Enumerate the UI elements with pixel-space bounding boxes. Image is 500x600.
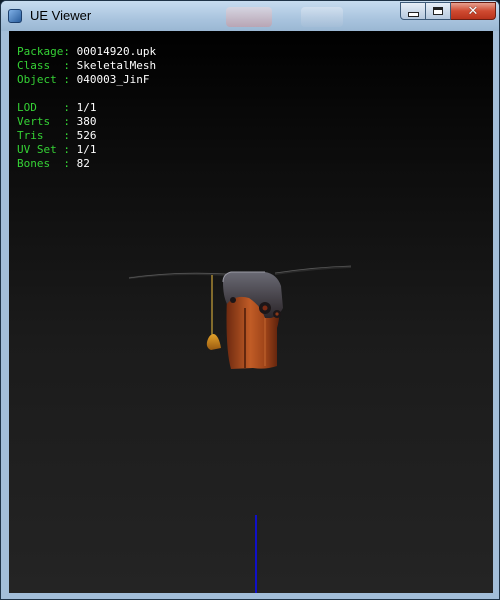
- info-value: 1/1: [76, 143, 97, 156]
- maximize-button[interactable]: [426, 2, 451, 20]
- info-label: UV Set :: [17, 143, 70, 156]
- title-bar[interactable]: UE Viewer ✕: [1, 1, 499, 31]
- info-value: 1/1: [76, 101, 97, 114]
- info-value: 380: [76, 115, 97, 128]
- info-row-lod: LOD : 1/1: [17, 101, 156, 115]
- info-value: 82: [76, 157, 90, 170]
- ue-viewer-app-icon: [8, 9, 22, 23]
- info-label: Class :: [17, 59, 70, 72]
- caption-buttons: ✕: [400, 2, 496, 21]
- info-label: Package:: [17, 45, 70, 58]
- info-row-verts: Verts : 380: [17, 115, 156, 129]
- info-label: Tris :: [17, 129, 70, 142]
- background-window-ghost: [226, 7, 272, 27]
- z-axis-line: [255, 515, 257, 593]
- info-value: SkeletalMesh: [76, 59, 157, 72]
- window-title: UE Viewer: [30, 8, 92, 23]
- info-value: 526: [76, 129, 97, 142]
- info-row-class: Class : SkeletalMesh: [17, 59, 156, 73]
- ue-viewer-window: UE Viewer ✕ Package: 00014920.upk Class …: [0, 0, 500, 600]
- 3d-viewport[interactable]: Package: 00014920.upk Class : SkeletalMe…: [9, 31, 493, 593]
- info-value: 040003_JinF: [76, 73, 150, 86]
- minimize-button[interactable]: [400, 2, 426, 20]
- info-value: 00014920.upk: [76, 45, 157, 58]
- minimize-icon: [407, 12, 419, 17]
- info-row-tris: Tris : 526: [17, 129, 156, 143]
- info-row-package: Package: 00014920.upk: [17, 45, 156, 59]
- info-row-bones: Bones : 82: [17, 157, 156, 171]
- info-row-object: Object : 040003_JinF: [17, 73, 156, 87]
- skeletal-mesh-model: [128, 265, 352, 369]
- maximize-icon: [433, 7, 443, 15]
- close-icon: ✕: [467, 3, 479, 19]
- info-label: LOD :: [17, 101, 70, 114]
- background-window-ghost: [301, 7, 343, 27]
- info-label: Object :: [17, 73, 70, 86]
- info-row-uvset: UV Set : 1/1: [17, 143, 156, 157]
- info-label: Verts :: [17, 115, 70, 128]
- mesh-info-overlay: Package: 00014920.upk Class : SkeletalMe…: [17, 45, 156, 171]
- close-button[interactable]: ✕: [451, 2, 496, 20]
- info-label: Bones :: [17, 157, 70, 170]
